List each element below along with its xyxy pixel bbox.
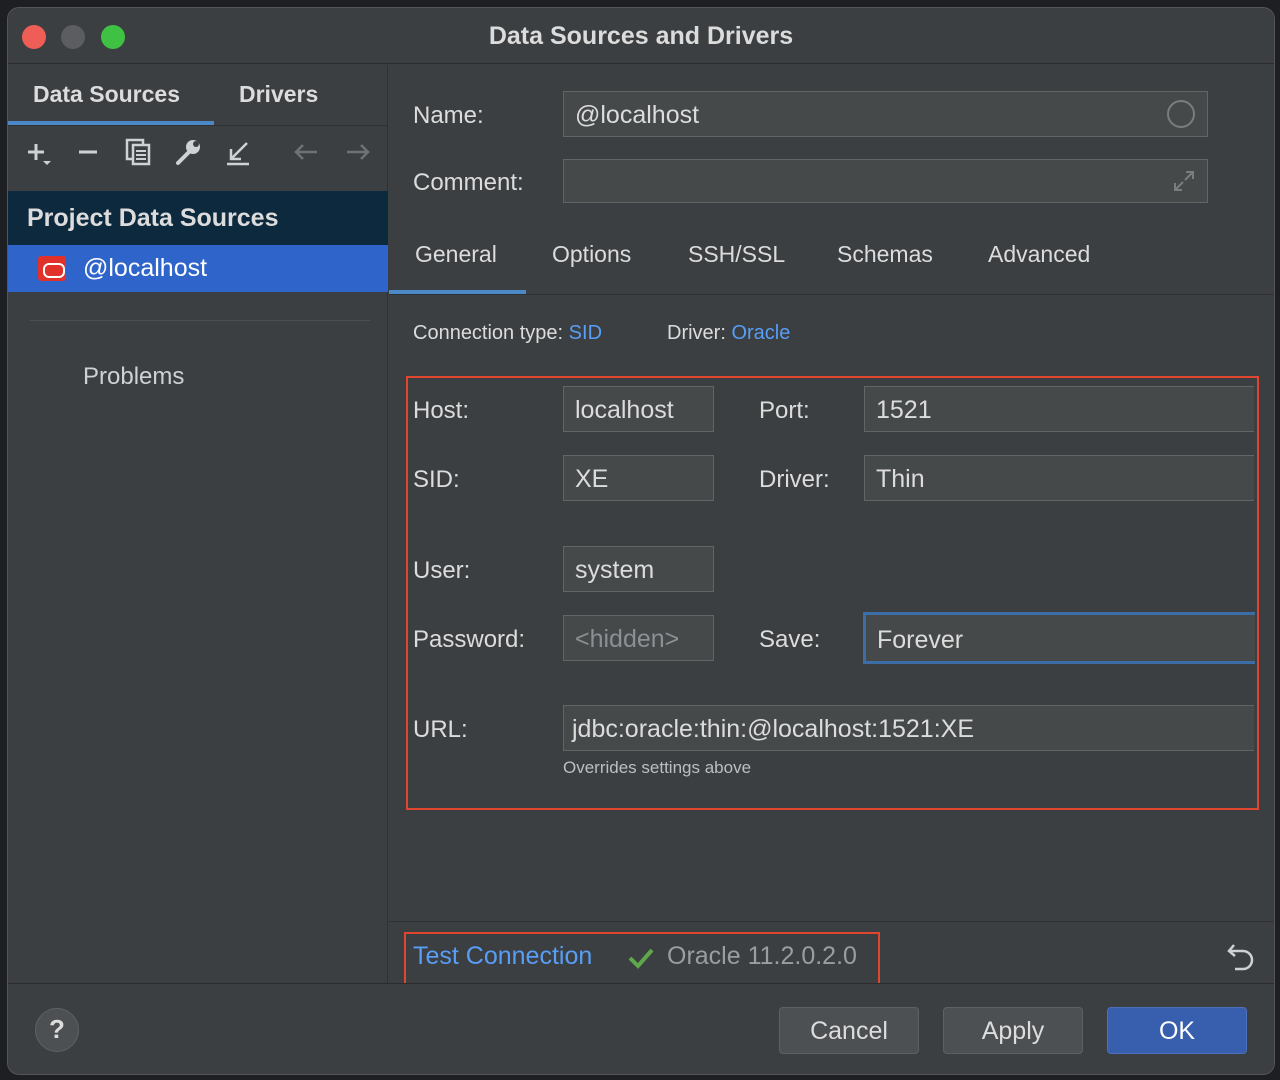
user-label: User: — [413, 557, 471, 584]
test-connection-link[interactable]: Test Connection — [413, 942, 592, 971]
url-label: URL: — [413, 716, 468, 743]
data-source-item-localhost[interactable]: @localhost — [8, 245, 388, 292]
connection-type: Connection type: SID — [413, 322, 602, 345]
port-label: Port: — [759, 397, 810, 424]
host-field[interactable]: localhost — [563, 386, 714, 432]
tab-advanced[interactable]: Advanced — [988, 241, 1090, 268]
help-button[interactable]: ? — [35, 1008, 79, 1052]
name-value: @localhost — [575, 101, 700, 129]
problems-item[interactable]: Problems — [83, 363, 184, 391]
add-icon[interactable] — [23, 137, 63, 177]
project-data-sources-header: Project Data Sources — [8, 191, 388, 245]
divider — [8, 125, 388, 126]
user-field[interactable]: system — [563, 546, 714, 592]
oracle-db-icon — [38, 256, 66, 281]
password-label: Password: — [413, 626, 526, 653]
left-pane: Data Sources Drivers Project Data Source… — [8, 65, 388, 983]
tab-options[interactable]: Options — [552, 241, 631, 268]
apply-button[interactable]: Apply — [943, 1007, 1083, 1054]
cancel-button[interactable]: Cancel — [779, 1007, 919, 1054]
divider — [389, 921, 1274, 922]
name-label: Name: — [413, 102, 484, 129]
driver-label: Driver: — [667, 322, 726, 344]
port-field[interactable]: 1521 — [864, 386, 1254, 432]
connection-type-link[interactable]: SID — [569, 322, 602, 344]
color-circle-icon[interactable] — [1167, 100, 1195, 128]
tab-schemas[interactable]: Schemas — [837, 241, 933, 268]
undo-icon[interactable] — [1225, 941, 1257, 973]
tab-general[interactable]: General — [415, 241, 497, 268]
tab-data-sources[interactable]: Data Sources — [33, 81, 180, 108]
driver-link[interactable]: Oracle — [731, 322, 790, 344]
data-sources-dialog: Data Sources and Drivers Data Sources Dr… — [7, 7, 1275, 1075]
connection-result: Oracle 11.2.0.2.0 — [667, 942, 857, 970]
window-title: Data Sources and Drivers — [488, 22, 794, 50]
divider — [389, 294, 1274, 295]
right-pane: Name: @localhost Comment: General Option… — [389, 65, 1274, 985]
duplicate-icon[interactable] — [123, 137, 163, 177]
title-bar: Data Sources and Drivers — [8, 8, 1274, 64]
host-label: Host: — [413, 397, 470, 424]
ok-button[interactable]: OK — [1107, 1007, 1247, 1054]
password-field[interactable]: <hidden> — [563, 615, 714, 661]
sid-label: SID: — [413, 466, 460, 493]
comment-label: Comment: — [413, 169, 524, 196]
url-field[interactable]: jdbc:oracle:thin:@localhost:1521:XE — [563, 705, 1254, 751]
back-arrow-icon[interactable] — [291, 137, 331, 177]
check-icon — [628, 948, 654, 969]
driver-info: Driver: Oracle — [667, 322, 790, 345]
comment-field[interactable] — [563, 159, 1208, 203]
save-select[interactable]: Forever — [863, 612, 1255, 664]
driver-type-select[interactable]: Thin — [864, 455, 1254, 501]
sid-field[interactable]: XE — [563, 455, 714, 501]
wrench-icon[interactable] — [173, 137, 213, 177]
name-field[interactable]: @localhost — [563, 91, 1208, 137]
divider — [30, 320, 370, 321]
url-hint: Overrides settings above — [563, 758, 752, 777]
expand-icon[interactable] — [1171, 168, 1197, 194]
connection-type-label: Connection type: — [413, 322, 564, 344]
data-source-label: @localhost — [83, 254, 208, 282]
import-icon[interactable] — [223, 137, 263, 177]
tab-ssh-ssl[interactable]: SSH/SSL — [688, 241, 785, 268]
save-label: Save: — [759, 626, 821, 653]
driver-type-label: Driver: — [759, 466, 830, 493]
forward-arrow-icon[interactable] — [343, 137, 383, 177]
dialog-footer: ? Cancel Apply OK — [8, 983, 1274, 1074]
tab-drivers[interactable]: Drivers — [239, 81, 318, 108]
remove-icon[interactable] — [73, 137, 113, 177]
